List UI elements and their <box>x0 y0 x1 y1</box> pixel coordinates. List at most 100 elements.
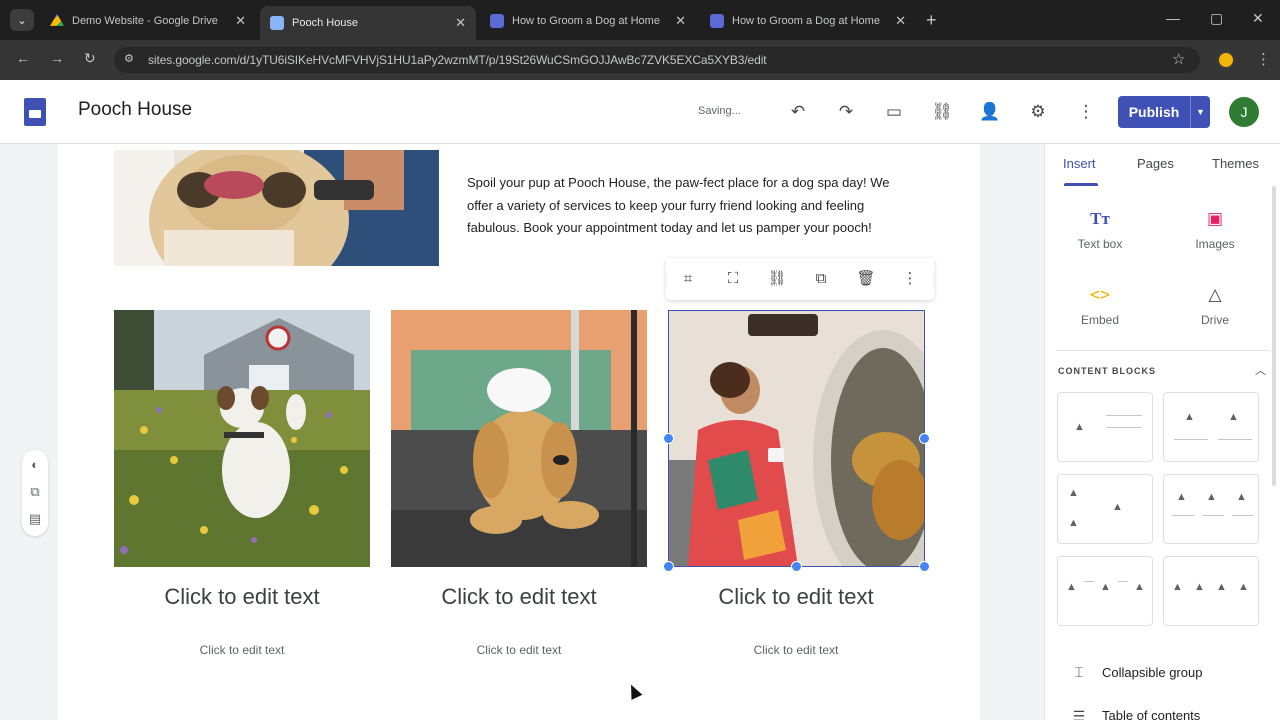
browser-tab-drive[interactable]: Demo Website - Google Drive ✕ <box>40 6 256 36</box>
forward-icon[interactable]: → <box>50 50 64 66</box>
text-box-icon: Tт <box>1090 209 1110 228</box>
insert-drive[interactable]: △ Drive <box>1175 283 1255 327</box>
browser-tab-groom-1[interactable]: How to Groom a Dog at Home ✕ <box>480 6 696 36</box>
tab-title: How to Groom a Dog at Home <box>732 15 880 27</box>
close-tab-icon[interactable]: ✕ <box>675 13 686 29</box>
fit-icon[interactable]: ⛶ <box>722 268 744 290</box>
more-options-icon[interactable]: ⋮ <box>1074 100 1098 124</box>
settings-gear-icon[interactable]: ⚙ <box>1026 100 1050 124</box>
resize-handle[interactable] <box>791 561 802 572</box>
card-title[interactable]: Click to edit text <box>668 584 924 610</box>
publish-label: Publish <box>1128 104 1180 120</box>
bookmark-star-icon[interactable]: ☆ <box>1172 50 1185 68</box>
new-tab-icon[interactable]: + <box>926 10 937 31</box>
link-icon[interactable]: ⛓ <box>766 268 788 290</box>
tab-title: Pooch House <box>292 17 359 29</box>
tab-search-button[interactable]: ⌄ <box>10 9 34 31</box>
content-block-three-images[interactable]: ▲ ▲ ▲ <box>1163 474 1259 544</box>
tab-title: How to Groom a Dog at Home <box>512 15 660 27</box>
mini-image-icon: ▲ <box>1172 581 1183 593</box>
account-avatar[interactable]: J <box>1229 97 1259 127</box>
save-status: Saving... <box>698 105 741 117</box>
panel-scrollbar[interactable] <box>1272 186 1276 486</box>
browser-tab-groom-2[interactable]: How to Groom a Dog at Home ✕ <box>700 6 916 36</box>
dog-bath-photo[interactable] <box>391 310 647 567</box>
mini-image-icon: ▲ <box>1176 491 1187 503</box>
content-block-image-row[interactable]: ▲ ▲ ▲ <box>1057 556 1153 626</box>
insert-images[interactable]: ▣ Images <box>1175 207 1255 251</box>
close-tab-icon[interactable]: ✕ <box>455 15 466 31</box>
url-text[interactable]: sites.google.com/d/1yTU6iSIKeHVcMFVHVjS1… <box>148 53 767 67</box>
tab-title: Demo Website - Google Drive <box>72 15 218 27</box>
reload-icon[interactable]: ↻ <box>84 50 96 67</box>
card-title[interactable]: Click to edit text <box>114 584 370 610</box>
mini-line <box>1174 439 1208 440</box>
card-title[interactable]: Click to edit text <box>391 584 647 610</box>
tab-pages[interactable]: Pages <box>1137 156 1174 171</box>
undo-icon[interactable]: ↶ <box>786 100 810 124</box>
content-block-four-images[interactable]: ▲ ▲ ▲ ▲ <box>1163 556 1259 626</box>
card-subtitle[interactable]: Click to edit text <box>391 643 647 657</box>
embed-icon: <> <box>1089 285 1111 305</box>
mini-image-icon: ▲ <box>1216 581 1227 593</box>
tab-themes[interactable]: Themes <box>1212 156 1259 171</box>
woman-dog-cafe-photo[interactable] <box>668 310 925 567</box>
site-info-icon[interactable]: ⚙ <box>124 52 138 66</box>
delete-section-icon[interactable]: ▤ <box>27 511 43 527</box>
drive-favicon-icon <box>50 14 64 26</box>
publish-button[interactable]: Publish ▼ <box>1118 96 1210 128</box>
browser-profile-avatar[interactable] <box>1216 50 1236 70</box>
mini-image-icon: ▲ <box>1066 581 1077 593</box>
close-tab-icon[interactable]: ✕ <box>895 13 906 29</box>
mini-image-icon: ▲ <box>1068 517 1079 529</box>
duplicate-section-icon[interactable]: ⧉ <box>27 484 43 500</box>
mini-line <box>1106 427 1142 428</box>
content-block-image-text[interactable]: ▲ <box>1057 392 1153 462</box>
content-block-two-images[interactable]: ▲ ▲ <box>1163 392 1259 462</box>
palette-icon[interactable]: ◐ <box>27 457 43 473</box>
copy-link-icon[interactable]: ⛓ <box>930 100 954 124</box>
insert-embed[interactable]: <> Embed <box>1060 283 1140 327</box>
mini-image-icon: ▲ <box>1206 491 1217 503</box>
card-subtitle[interactable]: Click to edit text <box>114 643 370 657</box>
intro-paragraph[interactable]: Spoil your pup at Pooch House, the paw-f… <box>467 172 907 240</box>
google-sites-logo-icon[interactable] <box>24 98 46 126</box>
insert-table-of-contents[interactable]: ☰ Table of contents <box>1068 708 1201 720</box>
redo-icon[interactable]: ↷ <box>834 100 858 124</box>
tab-insert[interactable]: Insert <box>1063 156 1096 171</box>
hero-dog-photo[interactable] <box>114 150 439 266</box>
hero-dog-image <box>114 150 439 266</box>
chevron-up-icon[interactable]: ︿ <box>1255 362 1266 378</box>
back-icon[interactable]: ← <box>16 50 30 66</box>
insert-text-box[interactable]: Tт Text box <box>1060 207 1140 251</box>
tool-label: Drive <box>1200 313 1229 327</box>
browser-tab-pooch-house[interactable]: Pooch House ✕ <box>260 6 476 40</box>
minimize-icon[interactable]: — <box>1166 10 1180 26</box>
more-icon[interactable]: ⋮ <box>899 268 921 290</box>
mini-image-icon: ▲ <box>1074 421 1085 433</box>
close-tab-icon[interactable]: ✕ <box>235 13 246 29</box>
content-block-image-grid[interactable]: ▲ ▲ ▲ <box>1057 474 1153 544</box>
resize-handle[interactable] <box>663 433 674 444</box>
crop-icon[interactable]: ⌗ <box>677 268 699 290</box>
dog-field-photo[interactable] <box>114 310 370 567</box>
delete-icon[interactable]: 🗑 <box>855 268 877 290</box>
resize-handle[interactable] <box>663 561 674 572</box>
resize-handle[interactable] <box>919 433 930 444</box>
site-title[interactable]: Pooch House <box>78 99 192 121</box>
tool-label: Text box <box>1077 237 1123 251</box>
mini-image-icon: ▲ <box>1236 491 1247 503</box>
article-favicon-icon <box>490 14 504 28</box>
browser-menu-icon[interactable]: ⋮ <box>1256 50 1271 68</box>
publish-dropdown-icon[interactable]: ▼ <box>1190 96 1210 128</box>
insert-collapsible-group[interactable]: ⌶ Collapsible group <box>1068 664 1203 681</box>
mini-image-icon: ▲ <box>1100 581 1111 593</box>
preview-icon[interactable]: ▭ <box>882 100 906 124</box>
share-icon[interactable]: 👤 <box>978 100 1002 124</box>
card-subtitle[interactable]: Click to edit text <box>668 643 924 657</box>
mini-image-icon: ▲ <box>1134 581 1145 593</box>
maximize-icon[interactable]: ▢ <box>1210 10 1223 27</box>
resize-handle[interactable] <box>919 561 930 572</box>
close-window-icon[interactable]: ✕ <box>1252 10 1264 27</box>
duplicate-icon[interactable]: ⧉ <box>810 268 832 290</box>
